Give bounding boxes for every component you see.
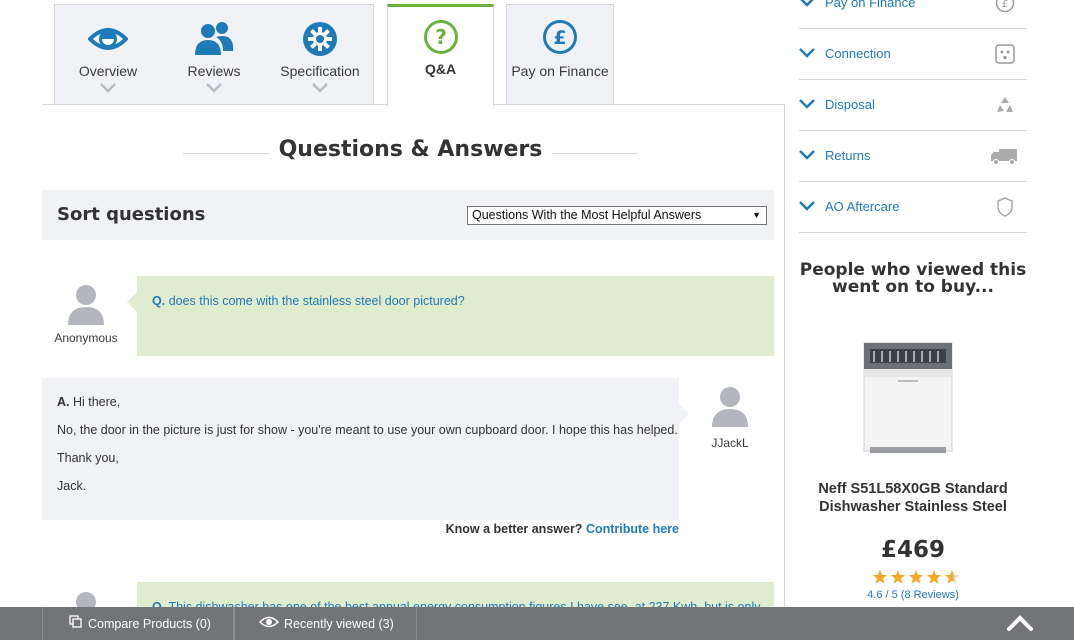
question-body: does this come with the stainless steel … (168, 294, 465, 308)
product-image[interactable] (858, 335, 958, 457)
also-bought-title: People who viewed this went on to buy... (799, 260, 1027, 297)
bottom-bar: Compare Products (0) Recently viewed (3) (0, 607, 1074, 640)
product-name[interactable]: Neff S51L58X0GB Standard Dishwasher Stai… (799, 480, 1027, 516)
answer-line: A. Hi there, (57, 395, 120, 409)
star-icon (926, 570, 942, 584)
dropdown-arrow-icon: ▼ (752, 210, 761, 220)
rating-text[interactable]: 4.6 / 5 (8 Reviews) (799, 589, 1027, 601)
question-icon: ? (423, 20, 458, 54)
eye-icon (88, 28, 128, 50)
tab-reviews[interactable]: Reviews (161, 5, 267, 105)
sort-select[interactable]: Questions With the Most Helpful Answers … (467, 206, 767, 225)
question-prefix: Q. (152, 294, 166, 308)
sidebar-item-returns[interactable]: Returns (799, 131, 1027, 182)
tab-reviews-label: Reviews (187, 63, 241, 79)
shield-icon (997, 197, 1013, 217)
recycle-icon (997, 97, 1013, 112)
svg-text:£: £ (553, 27, 566, 49)
sidebar-item-label: Connection (825, 46, 891, 61)
answer-text: Jack. (57, 479, 87, 493)
tab-pay-on-finance[interactable]: £ Pay on Finance (506, 4, 614, 104)
compare-label: Compare Products (0) (88, 617, 211, 631)
product-tabs: Overview Reviews Specification ? Q&A £ P… (42, 0, 785, 106)
section-title: Questions & Answers (183, 137, 638, 171)
tab-qa[interactable]: ? Q&A (387, 4, 494, 106)
divider (388, 104, 493, 106)
truck-icon (991, 149, 1017, 165)
eye-icon (259, 616, 279, 628)
star-icon (890, 570, 906, 584)
answer-text: Thank you, (57, 451, 119, 465)
scroll-to-top-icon[interactable] (1006, 613, 1034, 633)
sort-label: Sort questions (57, 204, 206, 225)
chevron-down-icon (799, 150, 815, 160)
star-icon (872, 570, 888, 584)
answer-box: A. Hi there, No, the door in the picture… (42, 378, 689, 520)
divider (784, 104, 785, 614)
rating-stars (872, 570, 960, 584)
tab-qa-label: Q&A (424, 61, 457, 77)
sidebar-item-label: Pay on Finance (825, 0, 916, 10)
answer-author: JJackL (711, 436, 749, 450)
question-text: Q. does this come with the stainless ste… (152, 294, 465, 308)
tab-overview[interactable]: Overview (55, 5, 161, 105)
avatar (712, 387, 748, 427)
answer-prefix: A. (57, 395, 70, 409)
better-answer-text: Know a better answer? (445, 522, 583, 536)
chevron-down-icon (799, 201, 815, 211)
chevron-down-icon (206, 83, 222, 93)
sidebar-item-label: Disposal (825, 97, 875, 112)
sort-selected-value: Questions With the Most Helpful Answers (472, 208, 702, 222)
tab-specification[interactable]: Specification (267, 5, 373, 105)
chevron-down-icon (312, 83, 328, 93)
pound-icon: £ (995, 0, 1015, 13)
svg-text:£: £ (1002, 0, 1008, 10)
compare-products-button[interactable]: Compare Products (0) (42, 607, 234, 640)
compare-icon (69, 615, 82, 628)
tab-specification-label: Specification (280, 63, 360, 79)
people-icon (195, 22, 234, 55)
tab-pay-on-finance-label: Pay on Finance (511, 63, 609, 79)
recently-viewed-label: Recently viewed (3) (284, 617, 394, 631)
sort-bar: Sort questions Questions With the Most H… (42, 190, 774, 240)
svg-text:?: ? (435, 25, 447, 49)
sidebar-item-pay-on-finance[interactable]: Pay on Finance £ (799, 0, 1027, 29)
sidebar-item-label: Returns (825, 148, 871, 163)
question-box: Q. does this come with the stainless ste… (127, 276, 774, 356)
chevron-down-icon (800, 0, 814, 7)
answer-text: Hi there, (72, 395, 121, 409)
chevron-down-icon (799, 99, 815, 109)
page-title: Questions & Answers (268, 137, 553, 162)
tab-overview-label: Overview (78, 63, 138, 79)
better-answer-prompt: Know a better answer? Contribute here (420, 522, 679, 536)
sidebar-item-disposal[interactable]: Disposal (799, 80, 1027, 131)
star-icon (908, 570, 924, 584)
star-icon (944, 570, 960, 584)
sidebar-item-label: AO Aftercare (825, 199, 900, 214)
sidebar-item-ao-aftercare[interactable]: AO Aftercare (799, 182, 1027, 233)
question-author: Anonymous (54, 331, 118, 345)
tab-group: Overview Reviews Specification (54, 4, 374, 104)
pound-icon: £ (543, 20, 577, 54)
answer-text: No, the door in the picture is just for … (57, 423, 678, 437)
chevron-down-icon (799, 48, 815, 58)
product-price: £469 (880, 537, 945, 563)
sidebar-item-connection[interactable]: Connection (799, 29, 1027, 80)
avatar (68, 285, 104, 325)
chevron-down-icon (100, 83, 116, 93)
recently-viewed-button[interactable]: Recently viewed (3) (234, 607, 417, 640)
gear-icon (303, 22, 337, 56)
plug-icon (995, 44, 1015, 64)
contribute-link[interactable]: Contribute here (586, 522, 679, 536)
